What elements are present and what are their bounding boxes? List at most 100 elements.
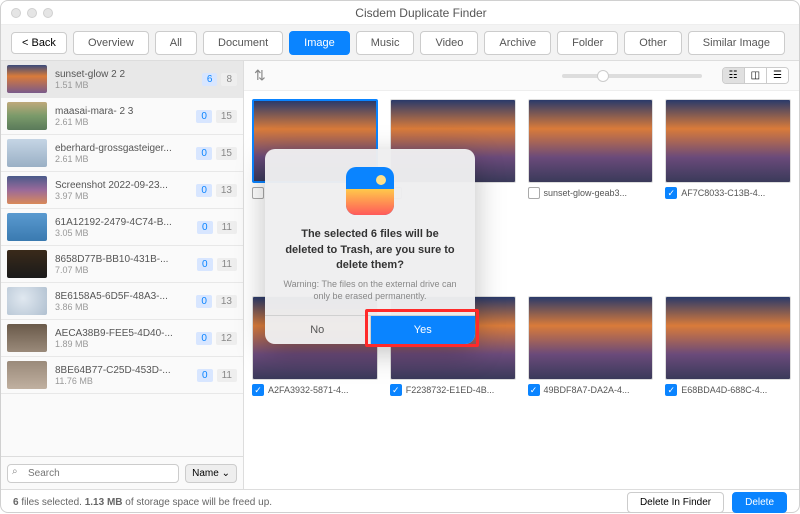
file-name: 8658D77B-BB10-431B-... xyxy=(55,254,189,265)
tab-all[interactable]: All xyxy=(155,31,197,55)
total-count: 11 xyxy=(217,369,237,382)
view-compare-button[interactable]: ◫ xyxy=(745,68,767,83)
maximize-icon[interactable] xyxy=(43,8,53,18)
image-thumbnail[interactable] xyxy=(665,99,791,183)
view-switch: ☷ ◫ ☰ xyxy=(722,67,789,84)
file-name: maasai-mara- 2 3 xyxy=(55,106,188,117)
minimize-icon[interactable] xyxy=(27,8,37,18)
search-input[interactable] xyxy=(7,464,179,483)
filter-icon[interactable]: ⇅ xyxy=(254,67,266,84)
file-list[interactable]: sunset-glow 2 2 1.51 MB 6 8 maasai-mara-… xyxy=(1,61,243,456)
file-name: eberhard-grossgasteiger... xyxy=(55,143,188,154)
list-item[interactable]: eberhard-grossgasteiger... 2.61 MB 0 15 xyxy=(1,135,243,172)
checkbox[interactable]: ✓ xyxy=(252,384,264,396)
file-size: 1.89 MB xyxy=(55,339,188,349)
grid-cell[interactable]: ✓ E68BDA4D-688C-4... xyxy=(665,296,791,481)
tab-other[interactable]: Other xyxy=(624,31,682,55)
traffic-lights xyxy=(11,8,53,18)
tab-overview[interactable]: Overview xyxy=(73,31,149,55)
grid-cell[interactable]: sunset-glow-geab3... xyxy=(528,99,654,284)
file-name: sunset-glow 2 2 xyxy=(55,69,194,80)
tab-folder[interactable]: Folder xyxy=(557,31,618,55)
list-item[interactable]: sunset-glow 2 2 1.51 MB 6 8 xyxy=(1,61,243,98)
file-size: 11.76 MB xyxy=(55,376,189,386)
selected-count: 0 xyxy=(196,184,212,197)
selected-count: 6 xyxy=(202,73,218,86)
thumbnail-icon xyxy=(7,213,47,241)
delete-button[interactable]: Delete xyxy=(732,492,787,513)
chevron-icon: ⌄ xyxy=(222,468,230,479)
file-name: 61A12192-2479-4C74-B... xyxy=(55,217,189,228)
image-label: AF7C8033-C13B-4... xyxy=(681,188,765,198)
file-size: 7.07 MB xyxy=(55,265,189,275)
tab-similar-image[interactable]: Similar Image xyxy=(688,31,785,55)
file-size: 1.51 MB xyxy=(55,80,194,90)
file-name: 8BE64B77-C25D-453D-... xyxy=(55,365,189,376)
zoom-slider[interactable] xyxy=(562,74,702,78)
image-label: 49BDF8A7-DA2A-4... xyxy=(544,385,630,395)
thumbnail-icon xyxy=(7,139,47,167)
selected-count: 0 xyxy=(196,147,212,160)
file-size: 2.61 MB xyxy=(55,154,188,164)
back-button[interactable]: < Back xyxy=(11,32,67,54)
total-count: 13 xyxy=(216,295,237,308)
dialog-warning: Warning: The files on the external drive… xyxy=(265,273,475,314)
yes-button[interactable]: Yes xyxy=(371,316,476,344)
image-thumbnail[interactable] xyxy=(665,296,791,380)
search-icon: ⌕ xyxy=(12,466,18,477)
total-count: 11 xyxy=(217,258,237,271)
list-item[interactable]: Screenshot 2022-09-23... 3.97 MB 0 13 xyxy=(1,172,243,209)
view-list-button[interactable]: ☰ xyxy=(767,68,788,83)
delete-in-finder-button[interactable]: Delete In Finder xyxy=(627,492,724,513)
list-item[interactable]: 8E6158A5-6D5F-48A3-... 3.86 MB 0 13 xyxy=(1,283,243,320)
total-count: 15 xyxy=(216,110,237,123)
selected-count: 0 xyxy=(196,110,212,123)
view-grid-button[interactable]: ☷ xyxy=(723,68,745,83)
list-item[interactable]: 61A12192-2479-4C74-B... 3.05 MB 0 11 xyxy=(1,209,243,246)
dialog-title: The selected 6 files will be deleted to … xyxy=(265,227,475,273)
tab-video[interactable]: Video xyxy=(420,31,478,55)
total-count: 11 xyxy=(217,221,237,234)
tab-document[interactable]: Document xyxy=(203,31,283,55)
selected-count: 0 xyxy=(196,332,212,345)
thumbnail-icon xyxy=(7,361,47,389)
titlebar: Cisdem Duplicate Finder xyxy=(1,1,799,25)
checkbox[interactable]: ✓ xyxy=(528,384,540,396)
checkbox[interactable]: ✓ xyxy=(390,384,402,396)
list-item[interactable]: 8BE64B77-C25D-453D-... 11.76 MB 0 11 xyxy=(1,357,243,394)
checkbox[interactable]: ✓ xyxy=(665,384,677,396)
list-item[interactable]: AECA38B9-FEE5-4D40-... 1.89 MB 0 12 xyxy=(1,320,243,357)
file-size: 3.05 MB xyxy=(55,228,189,238)
tab-image[interactable]: Image xyxy=(289,31,350,55)
checkbox[interactable]: ✓ xyxy=(665,187,677,199)
image-thumbnail[interactable] xyxy=(528,99,654,183)
selected-count: 0 xyxy=(197,221,213,234)
grid-cell[interactable]: ✓ 49BDF8A7-DA2A-4... xyxy=(528,296,654,481)
grid-cell[interactable]: ✓ AF7C8033-C13B-4... xyxy=(665,99,791,284)
total-count: 13 xyxy=(216,184,237,197)
thumbnail-icon xyxy=(7,324,47,352)
no-button[interactable]: No xyxy=(265,316,371,344)
sort-button[interactable]: Name ⌄ xyxy=(185,464,237,483)
thumbnail-icon xyxy=(7,287,47,315)
list-item[interactable]: maasai-mara- 2 3 2.61 MB 0 15 xyxy=(1,98,243,135)
selected-count: 0 xyxy=(197,369,213,382)
checkbox[interactable] xyxy=(528,187,540,199)
thumbnail-icon xyxy=(7,102,47,130)
image-label: E68BDA4D-688C-4... xyxy=(681,385,767,395)
app-icon xyxy=(346,167,394,215)
close-icon[interactable] xyxy=(11,8,21,18)
thumbnail-icon xyxy=(7,65,47,93)
total-count: 8 xyxy=(221,73,237,86)
image-thumbnail[interactable] xyxy=(528,296,654,380)
main-toolbar: ⇅ ☷ ◫ ☰ xyxy=(244,61,799,91)
checkbox[interactable] xyxy=(252,187,264,199)
toolbar: < Back Overview All Document Image Music… xyxy=(1,25,799,61)
thumbnail-icon xyxy=(7,176,47,204)
status-size: 1.13 MB xyxy=(85,497,123,508)
selected-count: 0 xyxy=(196,295,212,308)
tab-music[interactable]: Music xyxy=(356,31,415,55)
tab-archive[interactable]: Archive xyxy=(484,31,551,55)
list-item[interactable]: 8658D77B-BB10-431B-... 7.07 MB 0 11 xyxy=(1,246,243,283)
file-name: 8E6158A5-6D5F-48A3-... xyxy=(55,291,188,302)
